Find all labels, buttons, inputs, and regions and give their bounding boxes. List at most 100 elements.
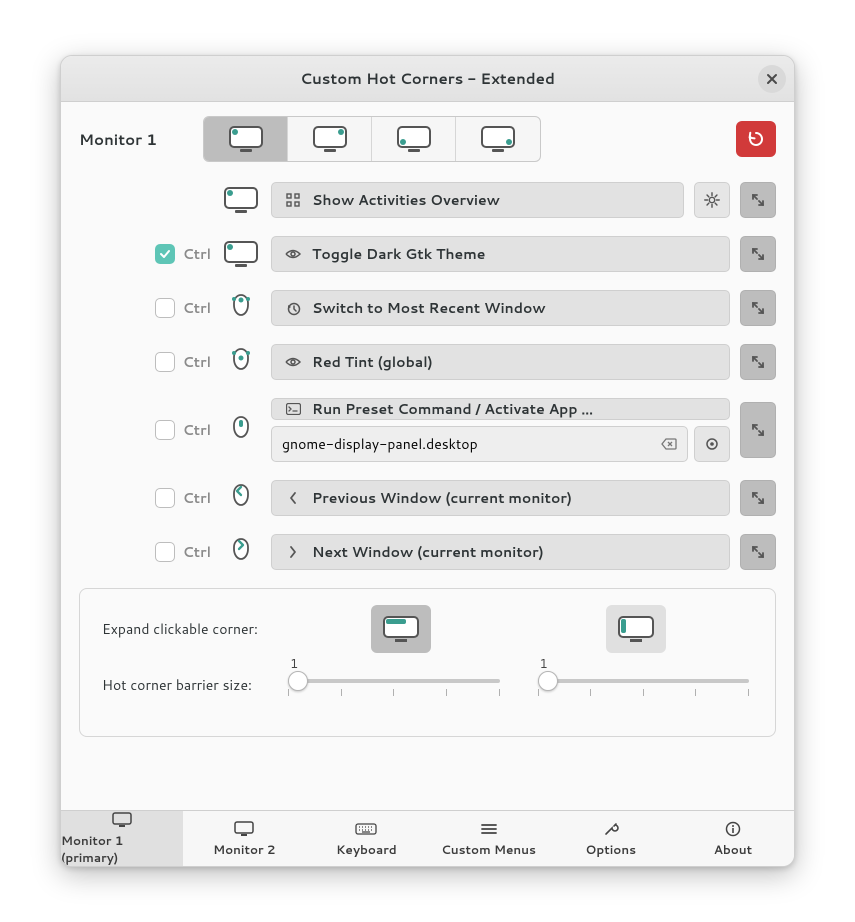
action-label: Next Window (current monitor) xyxy=(312,542,544,562)
monitor-tl-icon xyxy=(223,185,259,215)
monitor-corner-br-icon xyxy=(480,124,516,154)
ctrl-label: Ctrl xyxy=(183,542,211,562)
corner-tab-top-left[interactable] xyxy=(204,117,288,161)
action-picker[interactable]: Red Tint (global) xyxy=(271,344,730,380)
backspace-icon xyxy=(661,438,677,450)
tab-options[interactable]: Options xyxy=(550,811,672,866)
ctrl-label: Ctrl xyxy=(183,298,211,318)
tab-label: About xyxy=(714,841,752,858)
ctrl-checkbox[interactable] xyxy=(155,352,175,372)
fullscreen-button[interactable] xyxy=(740,236,776,272)
action-row: Ctrl Red Tint (global) xyxy=(79,344,776,380)
expand-icon xyxy=(750,544,766,560)
ctrl-checkbox[interactable] xyxy=(155,542,175,562)
barrier-slider-v[interactable]: 1 xyxy=(534,673,754,696)
expand-icon xyxy=(750,246,766,262)
expand-icon xyxy=(750,422,766,438)
action-picker[interactable]: Run Preset Command / Activate App ... xyxy=(271,398,730,420)
tab-about[interactable]: About xyxy=(672,811,794,866)
action-label: Previous Window (current monitor) xyxy=(312,488,572,508)
barrier-size-label: Hot corner barrier size: xyxy=(102,675,262,695)
clear-input-button[interactable] xyxy=(661,438,677,450)
action-row: Ctrl Run Preset Command / Activate App .… xyxy=(79,398,776,462)
monitor-corner-tr-icon xyxy=(312,124,348,154)
tab-label: Custom Menus xyxy=(441,841,536,858)
gesture-icon-ctrl-hover xyxy=(221,239,261,269)
titlebar: Custom Hot Corners - Extended xyxy=(61,56,794,102)
fullscreen-button[interactable] xyxy=(740,344,776,380)
action-picker[interactable]: Switch to Most Recent Window xyxy=(271,290,730,326)
monitor-icon xyxy=(112,811,132,829)
fullscreen-button[interactable] xyxy=(740,402,776,458)
eye-icon xyxy=(284,356,302,368)
gesture-icon-scroll-down xyxy=(221,347,261,377)
ctrl-checkbox[interactable] xyxy=(155,298,175,318)
terminal-icon xyxy=(284,403,302,415)
corner-tab-bottom-left[interactable] xyxy=(372,117,456,161)
content-area: Monitor 1 xyxy=(61,102,794,810)
mouse-scroll-right-icon xyxy=(226,537,256,567)
tab-monitor-2[interactable]: Monitor 2 xyxy=(183,811,305,866)
gesture-icon-hover xyxy=(221,185,261,215)
expand-corner-label: Expand clickable corner: xyxy=(102,619,262,639)
action-row: Ctrl Previous Window (current monitor) xyxy=(79,480,776,516)
ctrl-label: Ctrl xyxy=(183,488,211,508)
command-input-wrapper xyxy=(271,426,688,462)
apps-grid-icon xyxy=(284,193,302,207)
close-button[interactable] xyxy=(758,65,786,93)
expand-horizontal-button[interactable] xyxy=(371,605,431,653)
monitor-expand-h-icon xyxy=(381,613,421,645)
expand-icon xyxy=(750,300,766,316)
refresh-icon xyxy=(747,130,765,148)
corner-tab-top-right[interactable] xyxy=(288,117,372,161)
action-settings-button[interactable] xyxy=(694,182,730,218)
settings-window: Custom Hot Corners - Extended Monitor 1 xyxy=(60,55,795,867)
reset-button[interactable] xyxy=(736,121,776,157)
tab-label: Monitor 1 (primary) xyxy=(61,832,183,866)
tab-keyboard[interactable]: Keyboard xyxy=(305,811,427,866)
action-picker[interactable]: Show Activities Overview xyxy=(271,182,684,218)
monitor-icon xyxy=(234,820,254,838)
action-picker[interactable]: Toggle Dark Gtk Theme xyxy=(271,236,730,272)
ctrl-label: Ctrl xyxy=(183,420,211,440)
tab-label: Keyboard xyxy=(336,841,397,858)
ctrl-checkbox[interactable] xyxy=(155,244,175,264)
barrier-slider-h[interactable]: 1 xyxy=(284,673,504,696)
gear-icon xyxy=(703,191,721,209)
action-label: Red Tint (global) xyxy=(312,352,433,372)
ctrl-checkbox[interactable] xyxy=(155,488,175,508)
tab-custom-menus[interactable]: Custom Menus xyxy=(428,811,550,866)
mouse-scroll-down-icon xyxy=(226,347,256,377)
menu-icon xyxy=(481,820,497,838)
fullscreen-button[interactable] xyxy=(740,290,776,326)
gesture-icon-scroll-right xyxy=(221,537,261,567)
action-picker[interactable]: Previous Window (current monitor) xyxy=(271,480,730,516)
history-icon xyxy=(284,301,302,316)
pick-app-button[interactable] xyxy=(694,426,730,462)
action-label: Show Activities Overview xyxy=(312,190,500,210)
action-picker[interactable]: Next Window (current monitor) xyxy=(271,534,730,570)
corner-tab-bottom-right[interactable] xyxy=(456,117,540,161)
fullscreen-button[interactable] xyxy=(740,480,776,516)
fullscreen-button[interactable] xyxy=(740,534,776,570)
mouse-scroll-up-icon xyxy=(226,293,256,323)
gesture-icon-scroll-left xyxy=(221,483,261,513)
eye-icon xyxy=(284,248,302,260)
gesture-icon-scroll-up xyxy=(221,293,261,323)
tab-monitor-1[interactable]: Monitor 1 (primary) xyxy=(61,811,183,866)
mouse-scroll-left-icon xyxy=(226,483,256,513)
action-row: Ctrl Next Window (current monitor) xyxy=(79,534,776,570)
chevron-left-icon xyxy=(284,491,302,505)
action-rows: Show Activities Overview Ctrl xyxy=(79,182,776,570)
close-icon xyxy=(766,73,778,85)
keyboard-icon xyxy=(355,820,377,838)
fullscreen-button[interactable] xyxy=(740,182,776,218)
action-label: Switch to Most Recent Window xyxy=(312,298,546,318)
info-icon xyxy=(725,820,741,838)
command-input[interactable] xyxy=(282,434,661,454)
ctrl-checkbox[interactable] xyxy=(155,420,175,440)
tab-label: Options xyxy=(586,841,637,858)
ctrl-label: Ctrl xyxy=(183,352,211,372)
action-label: Run Preset Command / Activate App ... xyxy=(312,399,593,419)
expand-vertical-button[interactable] xyxy=(606,605,666,653)
